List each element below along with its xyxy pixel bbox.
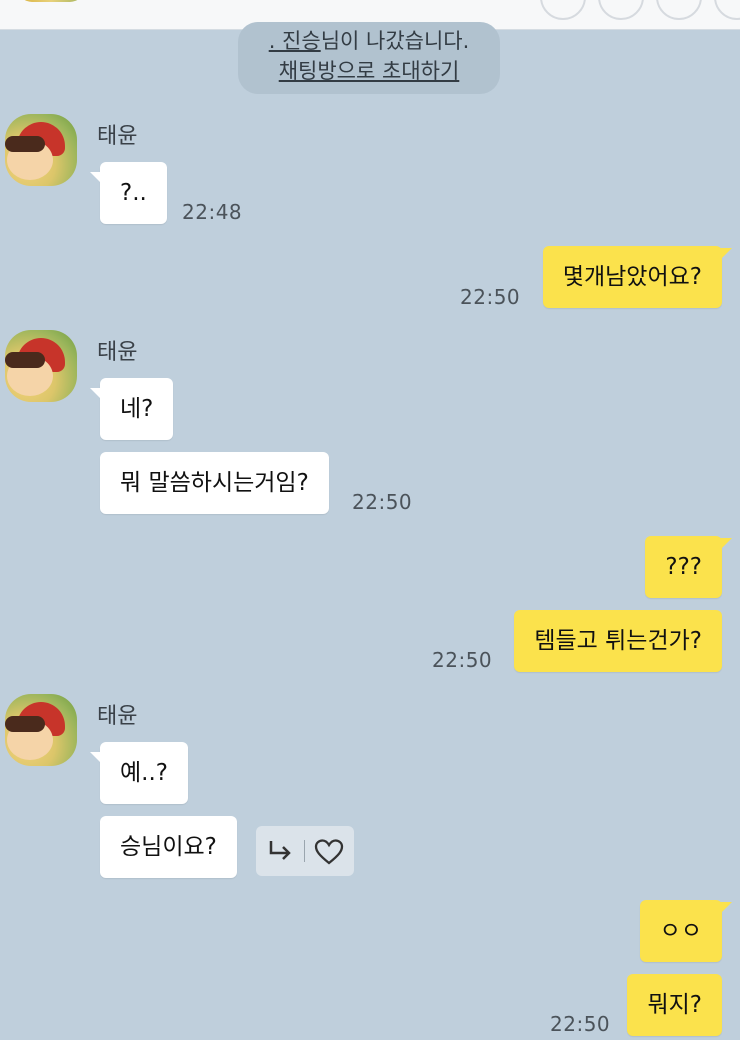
system-notice: . 진승님이 나갔습니다. 채팅방으로 초대하기 xyxy=(238,22,500,94)
sender-name: 태윤 xyxy=(97,124,138,149)
avatar[interactable] xyxy=(5,114,77,186)
top-button-4[interactable] xyxy=(714,0,740,20)
message-time: 22:50 xyxy=(352,490,413,514)
reply-icon[interactable] xyxy=(266,838,294,870)
message-reaction-bar xyxy=(256,826,354,876)
divider xyxy=(304,840,305,862)
top-button-1[interactable] xyxy=(540,0,586,20)
outgoing-message[interactable]: ㅇㅇ xyxy=(639,900,733,962)
invite-link[interactable]: 채팅방으로 초대하기 xyxy=(238,56,500,86)
left-user-name: . 진승 xyxy=(268,29,321,53)
outgoing-message[interactable]: 뭐지? xyxy=(627,974,722,1036)
incoming-message[interactable]: ?.. xyxy=(90,162,167,224)
leave-notice: . 진승님이 나갔습니다. xyxy=(238,26,500,56)
message-time: 22:50 xyxy=(432,648,493,672)
message-time: 22:50 xyxy=(460,285,521,309)
outgoing-message[interactable]: 몇개남았어요? xyxy=(542,246,733,308)
outgoing-message[interactable]: 템들고 튀는건가? xyxy=(514,610,722,672)
incoming-message[interactable]: 뭐 말씀하시는거임? xyxy=(100,452,329,514)
outgoing-message[interactable]: ??? xyxy=(645,536,732,598)
incoming-message[interactable]: 네? xyxy=(89,378,174,440)
room-thumbnail[interactable] xyxy=(18,0,84,2)
top-button-3[interactable] xyxy=(656,0,702,20)
sender-name: 태윤 xyxy=(97,340,138,365)
top-button-2[interactable] xyxy=(598,0,644,20)
heart-icon[interactable] xyxy=(314,838,344,870)
leave-notice-text: 님이 나갔습니다. xyxy=(320,29,470,53)
incoming-message[interactable]: 예..? xyxy=(90,742,188,804)
message-time: 22:50 xyxy=(550,1012,611,1036)
sender-name: 태윤 xyxy=(97,704,138,729)
avatar[interactable] xyxy=(5,330,77,402)
avatar[interactable] xyxy=(5,694,77,766)
message-time: 22:48 xyxy=(182,200,243,224)
incoming-message[interactable]: 승님이요? xyxy=(100,816,237,878)
